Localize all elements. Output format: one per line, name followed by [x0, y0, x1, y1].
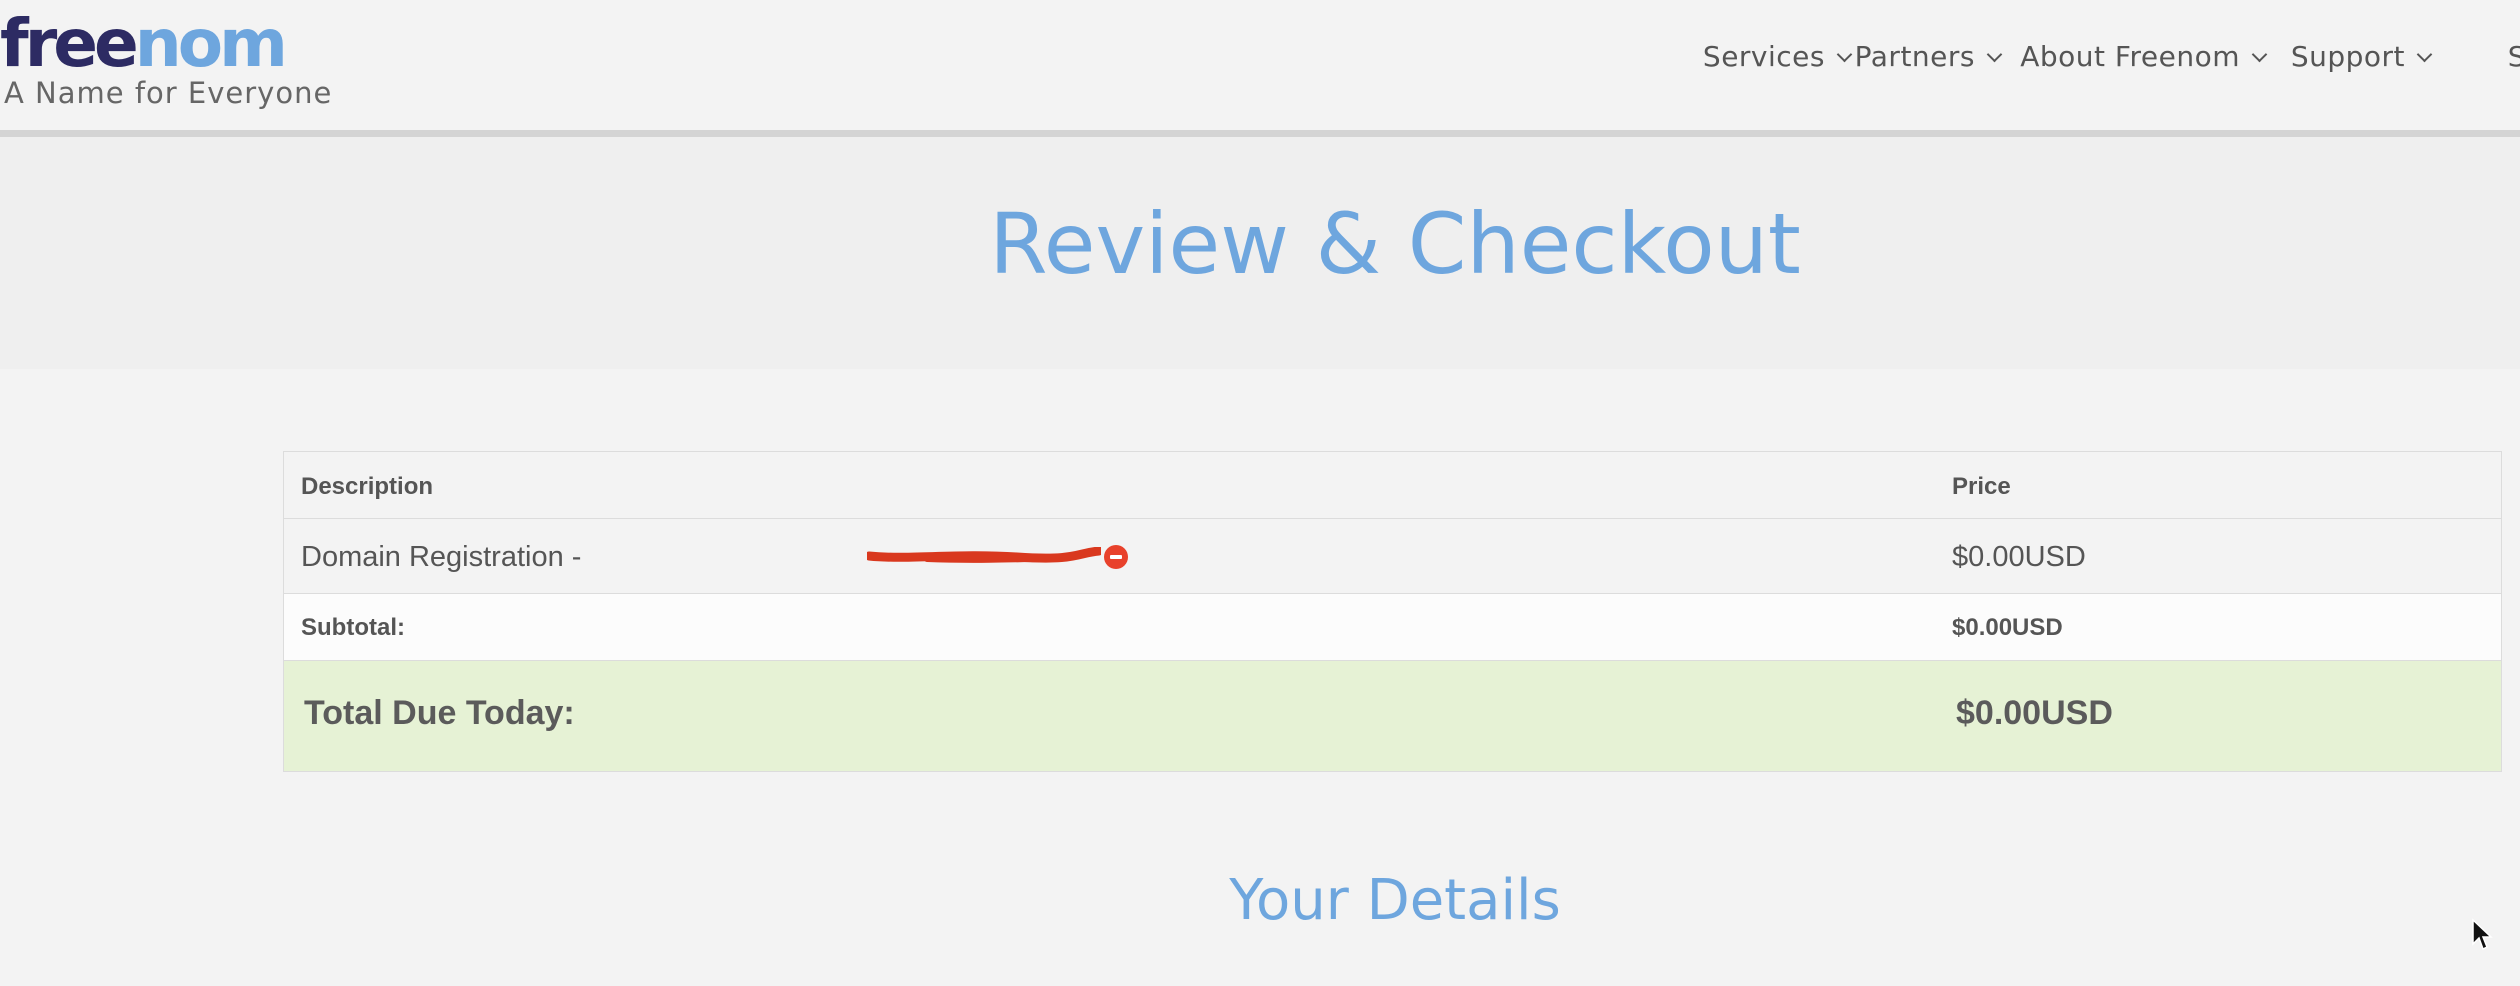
redaction-scribble [867, 547, 1101, 563]
column-header-description: Description [301, 473, 434, 500]
your-details-heading: Your Details [1229, 868, 1561, 933]
chevron-down-icon [1836, 46, 1853, 63]
chevron-down-icon [1986, 46, 2003, 63]
nav-item-label: About Freenom [2020, 40, 2240, 73]
chevron-down-icon [2416, 46, 2433, 63]
subtotal-value: $0.00USD [1952, 614, 2063, 641]
nav-item-label: Support [2290, 40, 2405, 73]
cart-table: Description Price Domain Registration - … [283, 451, 2502, 772]
nav-item-label: S [2507, 40, 2520, 73]
item-description: Domain Registration - [301, 541, 582, 573]
total-row: Total Due Today: $0.00USD [284, 661, 2501, 771]
page-title: Review & Checkout [989, 195, 1801, 293]
table-row: Domain Registration - $0.00USD [284, 519, 2501, 594]
nav-item-label: Services [1702, 40, 1825, 73]
nav-item-partners[interactable]: Partners [1854, 40, 2003, 73]
nav-item-about-freenom[interactable]: About Freenom [2020, 40, 2268, 73]
logo-part-free: free [0, 5, 139, 82]
site-header: freenom A Name for Everyone Services Par… [0, 0, 2520, 130]
total-label: Total Due Today: [304, 694, 575, 732]
chevron-down-icon [2251, 46, 2268, 63]
remove-item-icon[interactable] [1104, 545, 1128, 569]
nav-item-support[interactable]: Support [2290, 40, 2433, 73]
total-value: $0.00USD [1956, 694, 2113, 732]
logo-wordmark: freenom [0, 8, 332, 80]
hero-banner: Review & Checkout [0, 137, 2520, 369]
logo-part-nom: nom [134, 5, 288, 82]
item-price: $0.00USD [1952, 541, 2086, 573]
subtotal-row: Subtotal: $0.00USD [284, 594, 2501, 661]
nav-item-label: Partners [1854, 40, 1975, 73]
freenom-logo[interactable]: freenom A Name for Everyone [0, 8, 333, 111]
table-header-row: Description Price [284, 452, 2501, 519]
mouse-cursor-icon [2472, 918, 2493, 951]
nav-item-services[interactable]: Services [1702, 40, 1853, 73]
column-header-price: Price [1952, 473, 2011, 500]
logo-tagline: A Name for Everyone [4, 76, 333, 110]
subtotal-label: Subtotal: [301, 614, 405, 641]
nav-item-truncated[interactable]: S [2508, 40, 2520, 73]
header-divider [0, 130, 2520, 137]
